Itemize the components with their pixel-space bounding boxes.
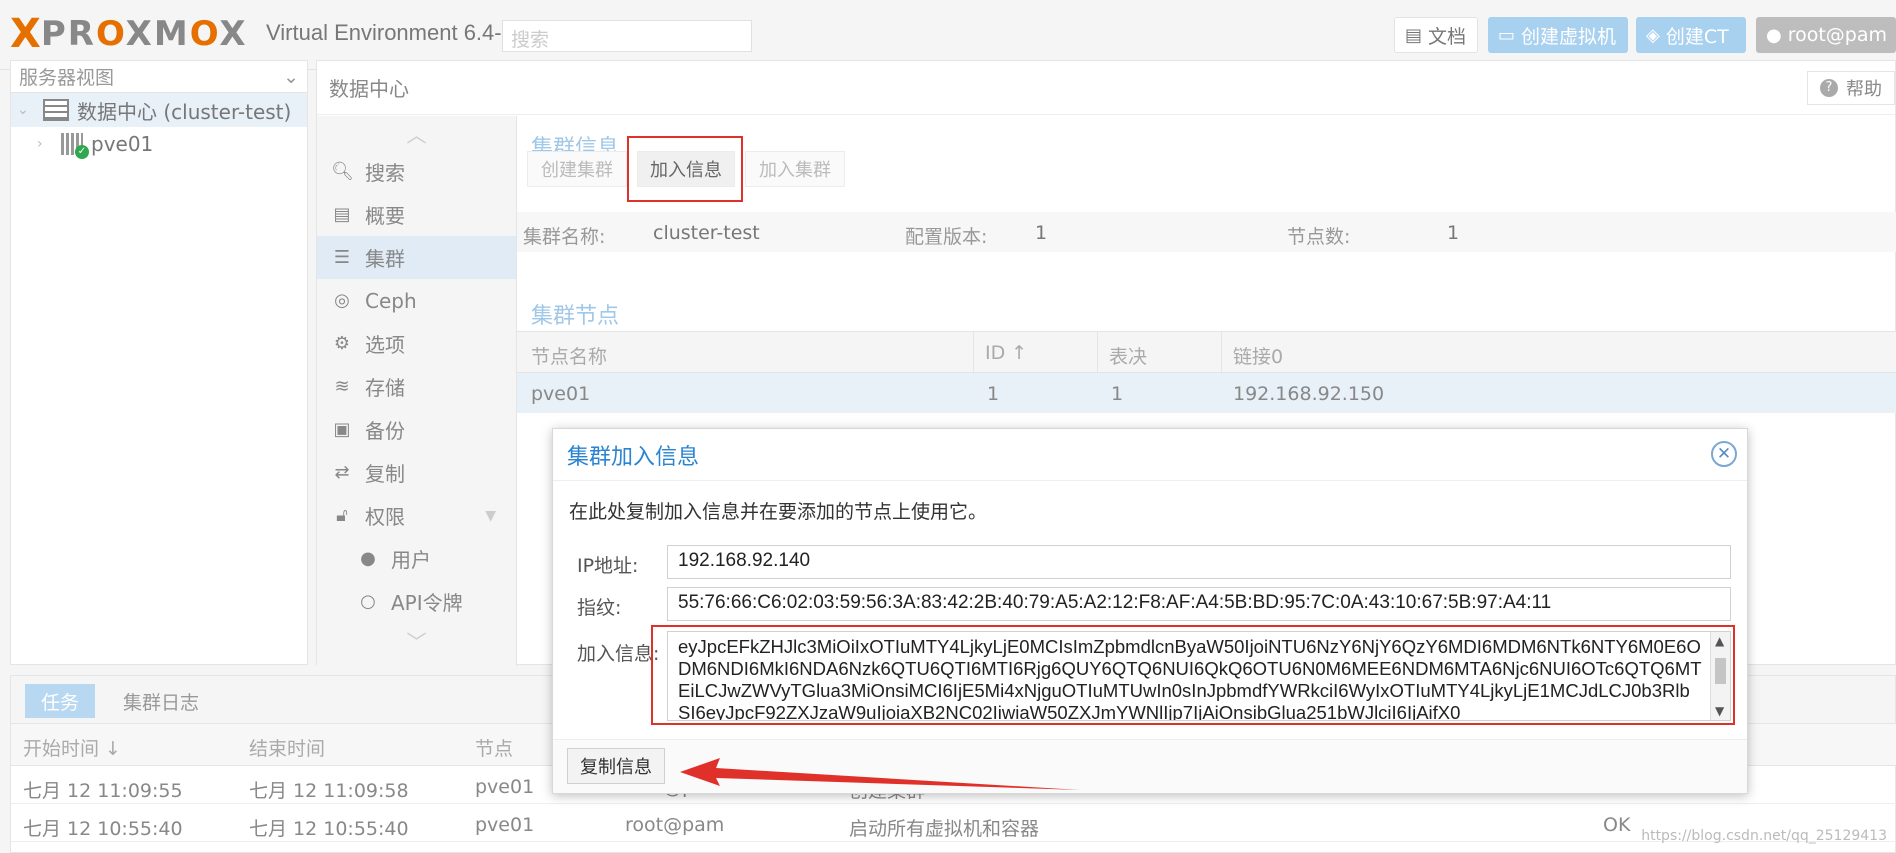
annotation-arrow (680, 758, 1080, 790)
create-vm-button[interactable]: ▭ 创建虚拟机 (1488, 17, 1628, 53)
view-select[interactable]: 服务器视图 ⌄ (11, 61, 307, 93)
tree-item-node[interactable]: › ✓ pve01 (11, 127, 307, 161)
watermark: https://blog.csdn.net/qq_25129413 (1641, 828, 1887, 844)
desktop-icon: ▭ (1498, 24, 1516, 46)
nodes-grid-header: 节点名称 ID ↑ 表决 链接0 (517, 331, 1896, 374)
close-icon[interactable]: ✕ (1711, 441, 1737, 467)
nav-item-replication[interactable]: ⇄ 复制 (317, 451, 516, 494)
tab-tasks[interactable]: 任务 (25, 684, 95, 718)
table-row[interactable]: 七月 12 10:55:40 七月 12 10:55:40 pve01 root… (11, 804, 1896, 842)
highlight-box (651, 625, 1735, 725)
question-icon: ? (1820, 79, 1838, 97)
node-online-icon: ✓ (61, 133, 89, 159)
user-menu-button[interactable]: ● root@pam (1756, 17, 1896, 53)
nav-item-ceph[interactable]: ◎ Ceph (317, 279, 516, 322)
tab-cluster-log[interactable]: 集群日志 (111, 684, 211, 718)
dialog-description: 在此处复制加入信息并在要添加的节点上使用它。 (569, 501, 988, 523)
chevron-right-icon: › (37, 136, 43, 152)
ip-label: IP地址: (577, 555, 639, 577)
chevron-down-icon[interactable]: ﹀ (317, 623, 516, 657)
page-title: 数据中心 (317, 61, 1895, 115)
nav-item-users[interactable]: ● 用户 (317, 537, 516, 580)
resource-tree: 服务器视图 ⌄ ⌄ 数据中心 (cluster-test) › ✓ pve01 (10, 60, 308, 665)
fingerprint-label: 指纹: (577, 597, 622, 619)
cluster-nodes-title: 集群节点 (531, 304, 620, 329)
version-label: Virtual Environment 6.4-4 (266, 20, 514, 45)
nav-item-summary[interactable]: ▤ 概要 (317, 193, 516, 236)
nav-item-backup[interactable]: ▣ 备份 (317, 408, 516, 451)
tree-item-datacenter[interactable]: ⌄ 数据中心 (cluster-test) (11, 93, 307, 127)
chevron-down-icon: ⌄ (283, 65, 299, 88)
join-info-label: 加入信息: (577, 643, 660, 665)
gear-icon: ⚙ (333, 333, 351, 354)
proxmox-logo[interactable]: X PROXMOX (10, 11, 248, 57)
user-icon: ● (360, 548, 376, 569)
nav-item-storage[interactable]: ≋ 存储 (317, 365, 516, 408)
dialog-title: 集群加入信息 ✕ (553, 429, 1747, 481)
ip-field[interactable]: 192.168.92.140 (667, 545, 1731, 579)
copy-info-button[interactable]: 复制信息 (567, 748, 665, 784)
book-icon: ▤ (1405, 24, 1423, 46)
docs-button[interactable]: ▤ 文档 (1394, 17, 1478, 53)
table-row[interactable]: pve01 1 1 192.168.92.150 (517, 373, 1896, 413)
server-icon: ☰ (333, 247, 351, 268)
nav-item-permissions[interactable]: 🔓︎ 权限 ▼ (317, 494, 516, 537)
unlock-icon: 🔓︎ (336, 505, 348, 526)
join-cluster-button[interactable]: 加入集群 (745, 151, 845, 187)
floppy-icon: ▣ (333, 419, 351, 440)
retweet-icon: ⇄ (334, 462, 350, 483)
database-icon: ≋ (334, 376, 350, 397)
highlight-box (627, 136, 743, 202)
search-input[interactable]: 搜索 (502, 20, 752, 52)
help-button[interactable]: ? 帮助 (1807, 71, 1895, 105)
user-icon: ● (1766, 24, 1782, 46)
chevron-up-icon[interactable]: ︿ (317, 116, 516, 150)
user-outline-icon: ○ (360, 591, 376, 612)
cluster-join-info-dialog: 集群加入信息 ✕ 在此处复制加入信息并在要添加的节点上使用它。 IP地址: 19… (552, 428, 1748, 794)
create-ct-button[interactable]: ◈ 创建CT (1636, 17, 1746, 53)
fingerprint-field[interactable]: 55:76:66:C6:02:03:59:56:3A:83:42:2B:40:7… (667, 587, 1731, 621)
search-icon: 🔍︎ (331, 161, 354, 182)
datacenter-nav: ︿ 🔍︎ 搜索 ▤ 概要 ☰ 集群 ◎ Ceph ⚙ 选项 ≋ 存储 ▣ 备份 ⇄ 复制 🔓︎ 权… (317, 116, 517, 666)
ceph-icon: ◎ (334, 290, 350, 311)
cube-icon: ◈ (1646, 24, 1660, 46)
nav-item-options[interactable]: ⚙ 选项 (317, 322, 516, 365)
nav-item-api-tokens[interactable]: ○ API令牌 (317, 580, 516, 623)
create-cluster-button[interactable]: 创建集群 (527, 151, 627, 187)
cluster-info-row: 集群名称: cluster-test 配置版本: 1 节点数: 1 (517, 212, 1896, 252)
chevron-down-icon: ▼ (485, 507, 496, 524)
nav-item-search[interactable]: 🔍︎ 搜索 (317, 150, 516, 193)
nav-item-cluster[interactable]: ☰ 集群 (317, 236, 516, 279)
chevron-down-icon: ⌄ (17, 102, 29, 118)
book-icon: ▤ (333, 204, 351, 225)
server-icon (43, 99, 69, 121)
